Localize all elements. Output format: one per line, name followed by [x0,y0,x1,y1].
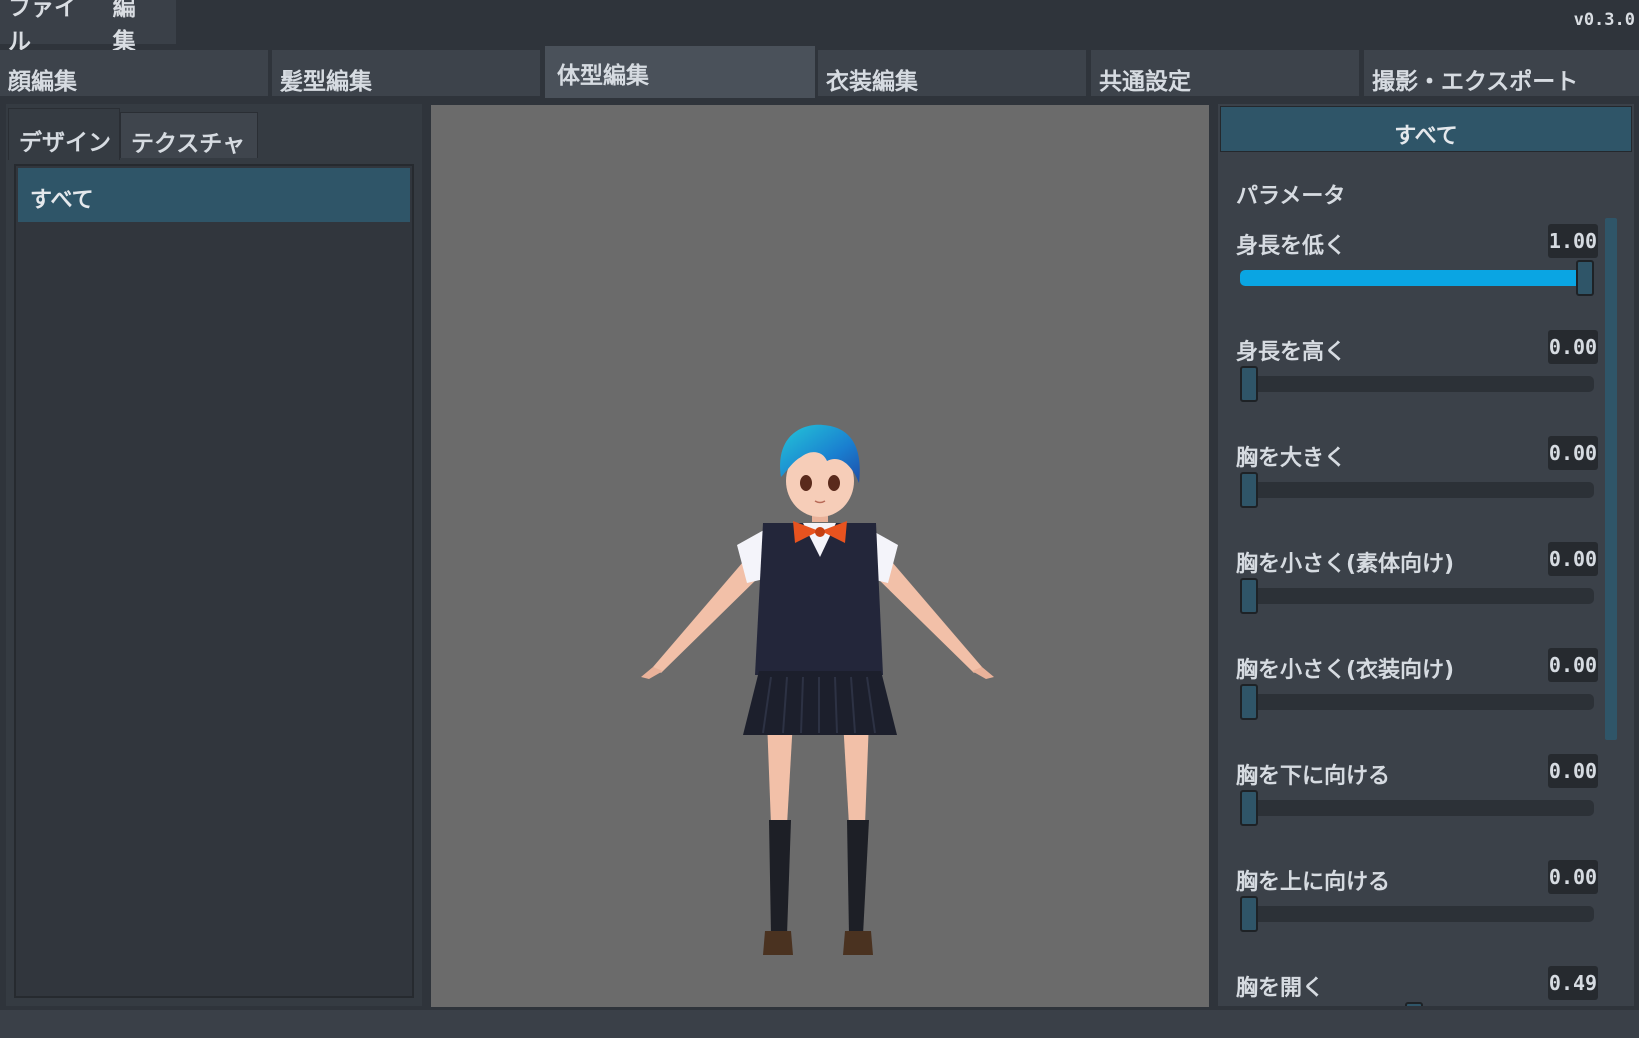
tab-texture[interactable]: テクスチャ [120,112,258,158]
category-list: すべて [14,164,414,998]
param-slider[interactable] [1240,896,1594,932]
slider-handle[interactable] [1240,578,1258,614]
param-value-field[interactable]: 0.00 [1548,436,1598,470]
tab-design[interactable]: デザイン [8,108,120,160]
tab-photo-export[interactable]: 撮影・エクスポート [1364,50,1639,96]
slider-handle[interactable] [1576,260,1594,296]
tab-common-settings[interactable]: 共通設定 [1091,50,1359,96]
param-value-field[interactable]: 0.00 [1548,648,1598,682]
param-slider[interactable] [1240,472,1594,508]
param-label: 胸を開く [1236,976,1325,1001]
main-tab-bar: 顔編集 髪型編集 体型編集 衣装編集 共通設定 撮影・エクスポート [0,46,1639,98]
tab-hair-edit[interactable]: 髪型編集 [272,50,540,96]
param-label: 胸を小さく(素体向け) [1236,552,1455,577]
tab-face-edit[interactable]: 顔編集 [0,50,268,96]
param-label: 胸を小さく(衣装向け) [1236,658,1455,683]
slider-handle[interactable] [1240,790,1258,826]
param-row: 身長を低く 1.00 [1218,216,1618,322]
param-value-field[interactable]: 0.49 [1548,966,1598,1000]
model-viewport[interactable] [431,105,1209,1007]
param-value-field[interactable]: 0.00 [1548,330,1598,364]
param-slider[interactable] [1240,366,1594,402]
param-slider[interactable] [1240,684,1594,720]
menu-group: ファイル 編集 [0,0,176,55]
panel-header: すべて [1220,106,1632,152]
param-label: 胸を大きく [1236,446,1347,471]
tab-body-edit[interactable]: 体型編集 [545,46,815,98]
param-value-field[interactable]: 0.00 [1548,860,1598,894]
slider-handle[interactable] [1240,366,1258,402]
slider-handle[interactable] [1240,472,1258,508]
version-label: v0.3.0 [1573,10,1635,30]
param-slider[interactable] [1240,260,1594,296]
param-value-field[interactable]: 0.00 [1548,542,1598,576]
param-row: 身長を高く 0.00 [1218,322,1618,428]
param-row: 胸を上に向ける 0.00 [1218,852,1618,958]
slider-handle[interactable] [1404,1002,1423,1006]
param-label: 胸を下に向ける [1236,764,1391,789]
param-label: 身長を低く [1236,234,1347,259]
param-value-field[interactable]: 1.00 [1548,224,1598,258]
status-bar [0,1010,1639,1038]
parameter-list: 身長を低く 1.00 身長を高く 0.00 胸を大きく 0.00 胸を小さく(素… [1218,216,1618,1006]
section-title: パラメータ [1236,184,1346,209]
param-label: 身長を高く [1236,340,1347,365]
panel-scrollbar[interactable] [1605,218,1617,740]
param-row: 胸を小さく(衣装向け) 0.00 [1218,640,1618,746]
menu-bar: ファイル 編集 v0.3.0 [0,0,1639,55]
param-row: 胸を開く 0.49 [1218,958,1618,1006]
category-item-all[interactable]: すべて [18,168,410,222]
param-row: 胸を大きく 0.00 [1218,428,1618,534]
avatar-model [641,424,994,955]
tab-costume-edit[interactable]: 衣装編集 [818,50,1086,96]
param-slider[interactable] [1240,578,1594,614]
param-slider[interactable] [1240,790,1594,826]
param-label: 胸を上に向ける [1236,870,1391,895]
sub-tab-bar: デザイン テクスチャ [6,108,422,160]
param-value-field[interactable]: 0.00 [1548,754,1598,788]
slider-handle[interactable] [1240,684,1258,720]
parameter-panel: すべて パラメータ 身長を低く 1.00 身長を高く 0.00 胸を大きく 0.… [1218,104,1634,1006]
left-panel: デザイン テクスチャ すべて [6,104,422,1006]
slider-fill [1240,270,1594,286]
slider-handle[interactable] [1240,896,1258,932]
param-row: 胸を下に向ける 0.00 [1218,746,1618,852]
param-row: 胸を小さく(素体向け) 0.00 [1218,534,1618,640]
